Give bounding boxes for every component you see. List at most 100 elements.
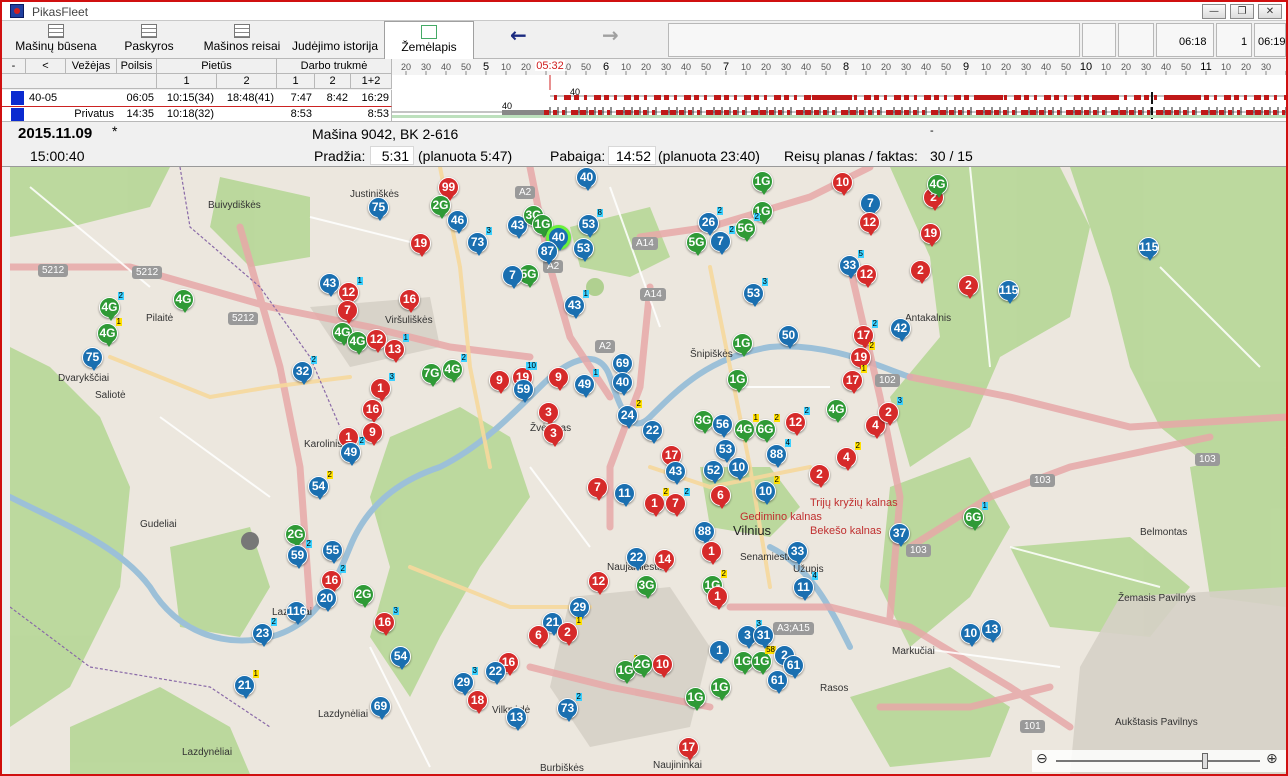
vehicle-marker[interactable]: 12 — [859, 212, 880, 236]
vehicle-marker[interactable]: 5G 2 — [735, 213, 760, 242]
vehicle-marker[interactable]: 1 — [701, 541, 722, 565]
vehicle-marker[interactable]: 17 — [678, 737, 699, 761]
grid-header[interactable]: < — [26, 59, 66, 74]
vehicle-marker[interactable]: 54 — [390, 646, 411, 670]
close-button[interactable]: ✕ — [1258, 4, 1282, 19]
vehicle-marker[interactable]: 72 — [710, 226, 735, 255]
vehicle-marker[interactable]: 11 4 — [793, 572, 818, 601]
minimize-button[interactable]: — — [1202, 4, 1226, 19]
toolbar-map-button[interactable]: Žemėlapis — [384, 21, 474, 59]
vehicle-marker[interactable]: 50 — [778, 325, 799, 349]
vehicle-marker[interactable]: 32 2 — [292, 356, 317, 385]
vehicle-marker[interactable]: 1G — [752, 171, 773, 195]
vehicle-marker[interactable]: 4G 1 — [97, 318, 122, 347]
vehicle-marker[interactable]: 10 2 — [755, 476, 780, 505]
end-time-field[interactable]: 14:52 — [608, 146, 656, 165]
vehicle-marker[interactable]: 4G — [347, 331, 368, 355]
vehicle-marker[interactable]: 55 — [322, 540, 343, 564]
vehicle-marker[interactable]: 2G — [353, 584, 374, 608]
vehicle-marker[interactable]: 52 — [703, 460, 724, 484]
vehicle-marker[interactable]: 1G — [727, 369, 748, 393]
vehicle-marker[interactable]: 43 — [665, 461, 686, 485]
vehicle-marker[interactable]: 7 — [502, 265, 523, 289]
vehicle-marker[interactable]: 22 — [626, 547, 647, 571]
vehicle-marker[interactable]: 24 2 — [617, 400, 642, 429]
map-view[interactable]: Justiniškės Buivydiškės Pilaitė Dvarykščiai… — [10, 167, 1286, 774]
vehicle-marker[interactable]: 7 — [587, 477, 608, 501]
vehicle-marker[interactable]: 2G — [430, 195, 451, 219]
vehicle-marker[interactable]: 7 — [337, 300, 358, 324]
vehicle-marker[interactable]: 6G 1 — [963, 502, 988, 531]
vehicle-marker[interactable]: 6 — [528, 625, 549, 649]
vehicle-marker[interactable]: 3 — [538, 402, 559, 426]
vehicle-marker[interactable]: 21 — [557, 617, 582, 646]
vehicle-marker[interactable]: 43 — [319, 273, 340, 297]
vehicle-marker[interactable]: 40 — [576, 167, 597, 191]
vehicle-marker[interactable]: 26 2 — [698, 207, 723, 236]
vehicle-marker[interactable]: 53 8 — [578, 209, 603, 238]
vehicle-marker[interactable]: 42 — [890, 318, 911, 342]
vehicle-marker[interactable]: 4G 2 — [99, 292, 124, 321]
vehicle-marker[interactable]: 2 — [958, 275, 979, 299]
timeline[interactable]: 20 30 40 50 5 10 20 30 40 50 6 10 20 30 40 50 7 10 20 30 40 5… — [392, 59, 1286, 122]
vehicle-marker[interactable]: 20 — [316, 588, 337, 612]
vehicle-marker[interactable]: 9 — [489, 370, 510, 394]
vehicle-marker[interactable]: 29 — [569, 597, 590, 621]
vehicle-marker[interactable]: 10 — [652, 654, 673, 678]
vehicle-marker[interactable]: 1G — [685, 687, 706, 711]
vehicle-marker[interactable]: 75 — [368, 197, 389, 221]
vehicle-marker[interactable]: 87 — [537, 241, 558, 265]
vehicle-marker[interactable]: 12 — [588, 571, 609, 595]
vehicle-marker[interactable]: 73 2 — [557, 693, 582, 722]
vehicle-marker[interactable]: 69 — [370, 696, 391, 720]
vehicle-marker[interactable]: 9 — [362, 422, 383, 446]
vehicle-marker[interactable]: 2G — [632, 654, 653, 678]
vehicle-marker[interactable]: 61 — [783, 655, 804, 679]
vehicle-marker[interactable]: 12 2 — [785, 407, 810, 436]
vehicle-marker[interactable]: 88 4 — [766, 439, 791, 468]
vehicle-marker[interactable]: 40 — [612, 372, 633, 396]
toolbar-vehicle-trips-button[interactable]: Mašinos reisai — [194, 21, 290, 59]
vehicle-marker[interactable]: 19 — [410, 233, 431, 257]
vehicle-marker[interactable]: 1G 58 — [751, 646, 776, 675]
back-arrow-icon[interactable]: ← — [510, 23, 527, 47]
zoom-in-icon[interactable]: ⊕ — [1266, 751, 1278, 767]
vehicle-marker[interactable]: 46 — [447, 210, 468, 234]
vehicle-marker[interactable]: 9 — [548, 367, 569, 391]
vehicle-marker[interactable]: 53 3 — [743, 278, 768, 307]
vehicle-marker[interactable]: 53 — [715, 439, 736, 463]
vehicle-marker[interactable]: 22 — [642, 420, 663, 444]
toolbar-movement-history-button[interactable]: Judėjimo istorija — [290, 21, 380, 59]
vehicle-marker[interactable]: 115 — [998, 280, 1019, 304]
vehicle-marker[interactable]: 116 — [286, 601, 307, 625]
vehicle-marker[interactable]: 17 1 — [842, 365, 867, 394]
vehicle-marker[interactable]: 75 — [82, 347, 103, 371]
vehicle-marker[interactable]: 72 — [665, 488, 690, 517]
zoom-thumb[interactable] — [1202, 753, 1208, 769]
grid-header[interactable]: - — [2, 59, 26, 74]
vehicle-marker[interactable]: 115 — [1138, 237, 1159, 261]
vehicle-marker[interactable]: 23 2 — [252, 618, 277, 647]
vehicle-marker[interactable]: 2 — [809, 464, 830, 488]
vehicle-marker[interactable]: 1 — [709, 640, 730, 664]
vehicle-marker[interactable]: 23 — [878, 397, 903, 426]
vehicle-marker[interactable]: 3G — [636, 575, 657, 599]
vehicle-marker[interactable]: 49 1 — [574, 369, 599, 398]
vehicle-marker[interactable]: 61 — [767, 670, 788, 694]
vehicle-marker[interactable]: 53 — [573, 238, 594, 262]
zoom-out-icon[interactable]: ⊖ — [1036, 751, 1048, 767]
vehicle-marker[interactable]: 73 3 — [467, 227, 492, 256]
vehicle-marker[interactable]: 3G — [693, 410, 714, 434]
vehicle-marker[interactable]: 13 — [370, 373, 395, 402]
vehicle-marker[interactable]: 16 3 — [374, 607, 399, 636]
vehicle-marker[interactable]: 6G 2 — [755, 414, 780, 443]
vehicle-marker[interactable]: 4G 1 — [734, 414, 759, 443]
vehicle-marker[interactable]: 59 2 — [287, 540, 312, 569]
vehicle-marker[interactable]: 56 — [712, 414, 733, 438]
vehicle-marker[interactable]: 43 1 — [564, 290, 589, 319]
vehicle-marker[interactable]: 7G — [421, 363, 442, 387]
vehicle-marker[interactable]: 13 1 — [384, 334, 409, 363]
vehicle-marker[interactable]: 4G — [173, 289, 194, 313]
vehicle-marker[interactable]: 16 — [399, 289, 420, 313]
vehicle-marker[interactable]: 12 — [644, 488, 669, 517]
